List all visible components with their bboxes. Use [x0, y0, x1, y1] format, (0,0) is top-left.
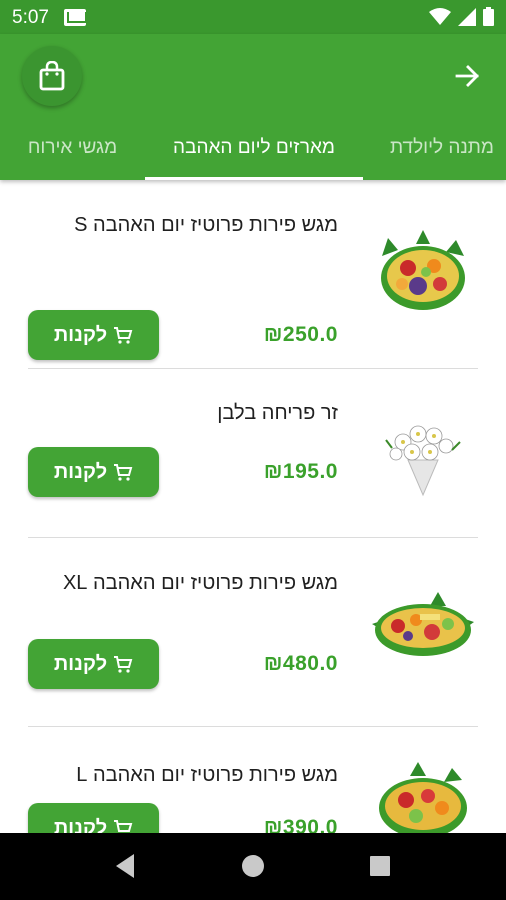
app-bar: מתנה ליולדת מארזים ליום האהבה מגשי אירוח: [0, 34, 506, 180]
arrow-right-icon: [455, 65, 479, 87]
product-card[interactable]: זר פריחה בלבן ₪195.0 לקנות: [28, 390, 478, 530]
product-title: זר פריחה בלבן: [217, 402, 338, 424]
status-icons: [429, 7, 494, 26]
buy-button-label: לקנות: [53, 460, 108, 483]
wifi-icon: [429, 7, 451, 25]
product-title: מגש פירות פרוטיז יום האהבה S: [74, 214, 338, 236]
product-card[interactable]: מגש פירות פרוטיז יום האהבה L ₪390.0 לקנו…: [28, 758, 478, 833]
nav-recents-icon[interactable]: [370, 856, 390, 876]
buy-button[interactable]: לקנות: [28, 447, 159, 497]
product-list[interactable]: מגש פירות פרוטיז יום האהבה S ₪250.0 לקנו…: [0, 180, 506, 833]
fruit-platter-image: [381, 230, 465, 310]
back-button[interactable]: [452, 60, 484, 92]
product-card[interactable]: מגש פירות פרוטיז יום האהבה XL ₪480.0 לקנ…: [28, 566, 478, 726]
shopping-bag-icon: [39, 61, 65, 91]
product-title: מגש פירות פרוטיז יום האהבה L: [76, 764, 338, 786]
white-bouquet-image: [385, 425, 461, 497]
shopping-bag-button[interactable]: [22, 46, 82, 106]
buy-button[interactable]: לקנות: [28, 803, 159, 833]
product-price: ₪250.0: [263, 323, 338, 346]
cart-icon: [114, 464, 133, 481]
buy-button-label: לקנות: [53, 323, 108, 346]
nav-back-icon[interactable]: [114, 853, 136, 879]
status-bar: 5:07: [0, 0, 506, 34]
product-price: ₪390.0: [263, 816, 338, 833]
nav-home-icon[interactable]: [242, 855, 264, 877]
buy-button[interactable]: לקנות: [28, 639, 159, 689]
cart-icon: [114, 820, 133, 832]
list-divider: [28, 726, 478, 727]
system-nav-bar: [0, 833, 506, 900]
product-price: ₪480.0: [263, 652, 338, 675]
tab-valentine-packages[interactable]: מארזים ליום האהבה: [145, 128, 363, 180]
status-time: 5:07: [12, 7, 49, 28]
tab-hosting-platters[interactable]: מגשי אירוח: [0, 128, 145, 180]
buy-button-label: לקנות: [53, 652, 108, 675]
battery-icon: [483, 7, 494, 26]
list-divider: [28, 368, 478, 369]
cart-icon: [114, 327, 133, 344]
tab-newborn-gift[interactable]: מתנה ליולדת: [378, 128, 506, 180]
product-title: מגש פירות פרוטיז יום האהבה XL: [62, 572, 338, 594]
buy-button-label: לקנות: [53, 816, 108, 834]
signal-icon: [458, 7, 476, 26]
fruit-platter-image: [372, 592, 474, 656]
product-price: ₪195.0: [263, 460, 338, 483]
category-tabs: מתנה ליולדת מארזים ליום האהבה מגשי אירוח: [0, 128, 506, 180]
fruit-platter-image: [379, 762, 467, 833]
cart-icon: [114, 656, 133, 673]
buy-button[interactable]: לקנות: [28, 310, 159, 360]
list-divider: [28, 537, 478, 538]
product-card[interactable]: מגש פירות פרוטיז יום האהבה S ₪250.0 לקנו…: [28, 208, 478, 368]
mail-notification-icon: [64, 9, 87, 26]
